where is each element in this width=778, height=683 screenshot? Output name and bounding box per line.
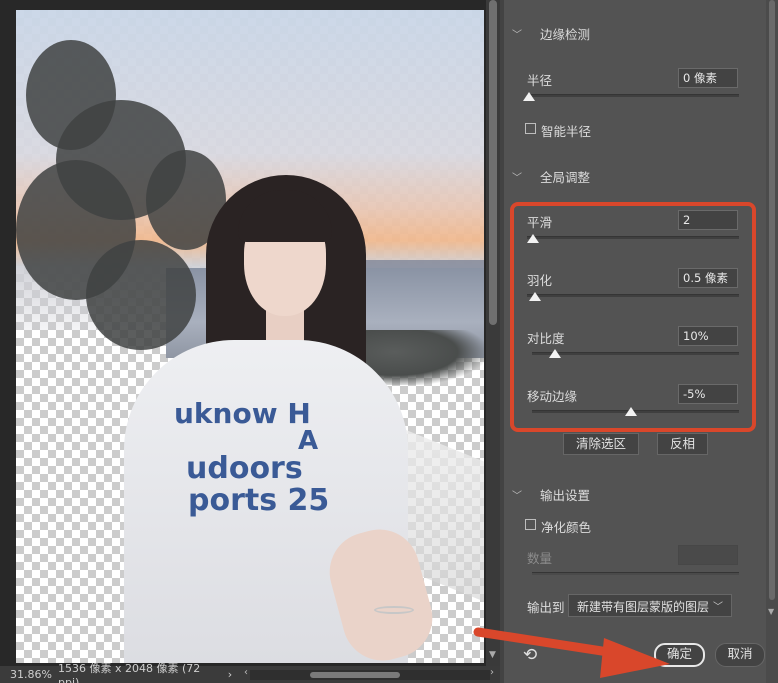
section-edge-detection[interactable]: ﹀ 边缘检测 xyxy=(512,24,590,43)
bracelet xyxy=(374,606,414,614)
canvas-horizontal-scrollbar[interactable] xyxy=(250,670,490,680)
scrollbar-thumb[interactable] xyxy=(769,0,775,600)
canvas-area[interactable]: uknow H A udoors ports 25 xyxy=(0,0,500,666)
amount-slider xyxy=(532,572,739,575)
section-title: 全局调整 xyxy=(540,170,591,185)
chevron-right-icon[interactable]: › xyxy=(222,668,238,681)
invert-button[interactable]: 反相 xyxy=(657,433,708,455)
section-output-settings[interactable]: ﹀ 输出设置 xyxy=(512,485,590,504)
chevron-right-icon[interactable]: › xyxy=(490,667,494,678)
shirt-print-line: uknow H xyxy=(174,397,311,430)
ok-button[interactable]: 确定 xyxy=(654,643,705,667)
shirt-print-line: udoors xyxy=(186,451,303,486)
chevron-down-icon: ﹀ xyxy=(713,602,723,613)
section-global-refine[interactable]: ﹀ 全局调整 xyxy=(512,167,590,186)
output-to-label: 输出到 xyxy=(527,600,565,615)
zoom-level[interactable]: 31.86% xyxy=(0,668,58,681)
document-canvas[interactable]: uknow H A udoors ports 25 xyxy=(16,10,484,663)
radius-slider[interactable] xyxy=(527,94,739,97)
output-to-value: 新建带有图层蒙版的图层 xyxy=(577,600,710,614)
clear-selection-button[interactable]: 清除选区 xyxy=(563,433,639,455)
scrollbar-thumb[interactable] xyxy=(310,672,400,678)
panel-scrollbar[interactable]: ▼ xyxy=(766,0,778,683)
radius-label: 半径 xyxy=(527,73,553,88)
reset-icon[interactable]: ⟲ xyxy=(523,645,537,665)
panel-divider xyxy=(500,0,504,683)
amount-label: 数量 xyxy=(527,551,553,566)
section-title: 边缘检测 xyxy=(540,27,591,42)
chevron-down-icon: ﹀ xyxy=(512,30,522,41)
chevron-down-icon: ﹀ xyxy=(512,173,522,184)
amount-input xyxy=(678,545,738,565)
scrollbar-thumb[interactable] xyxy=(489,0,497,325)
section-title: 输出设置 xyxy=(540,488,591,503)
chevron-down-icon[interactable]: ▼ xyxy=(768,607,774,616)
annotation-highlight-box xyxy=(510,202,756,432)
shirt-print-line: ports 25 xyxy=(188,483,330,518)
smart-radius-label: 智能半径 xyxy=(541,124,592,139)
smart-radius-checkbox[interactable] xyxy=(525,123,536,134)
chevron-down-icon[interactable]: ▼ xyxy=(489,650,496,660)
decontaminate-colors-checkbox[interactable] xyxy=(525,519,536,530)
chevron-left-icon[interactable]: ‹ xyxy=(244,667,248,678)
tree-foliage xyxy=(86,240,196,350)
chevron-down-icon: ﹀ xyxy=(512,491,522,502)
cancel-button[interactable]: 取消 xyxy=(715,643,765,667)
output-to-select[interactable]: 新建带有图层蒙版的图层 ﹀ xyxy=(568,594,732,617)
canvas-vertical-scrollbar[interactable]: ▼ xyxy=(486,0,500,666)
radius-input[interactable] xyxy=(678,68,738,88)
document-info: 1536 像素 x 2048 像素 (72 ppi) xyxy=(58,662,201,683)
radius-slider-handle[interactable] xyxy=(523,92,535,101)
decontaminate-colors-label: 净化颜色 xyxy=(541,520,592,535)
